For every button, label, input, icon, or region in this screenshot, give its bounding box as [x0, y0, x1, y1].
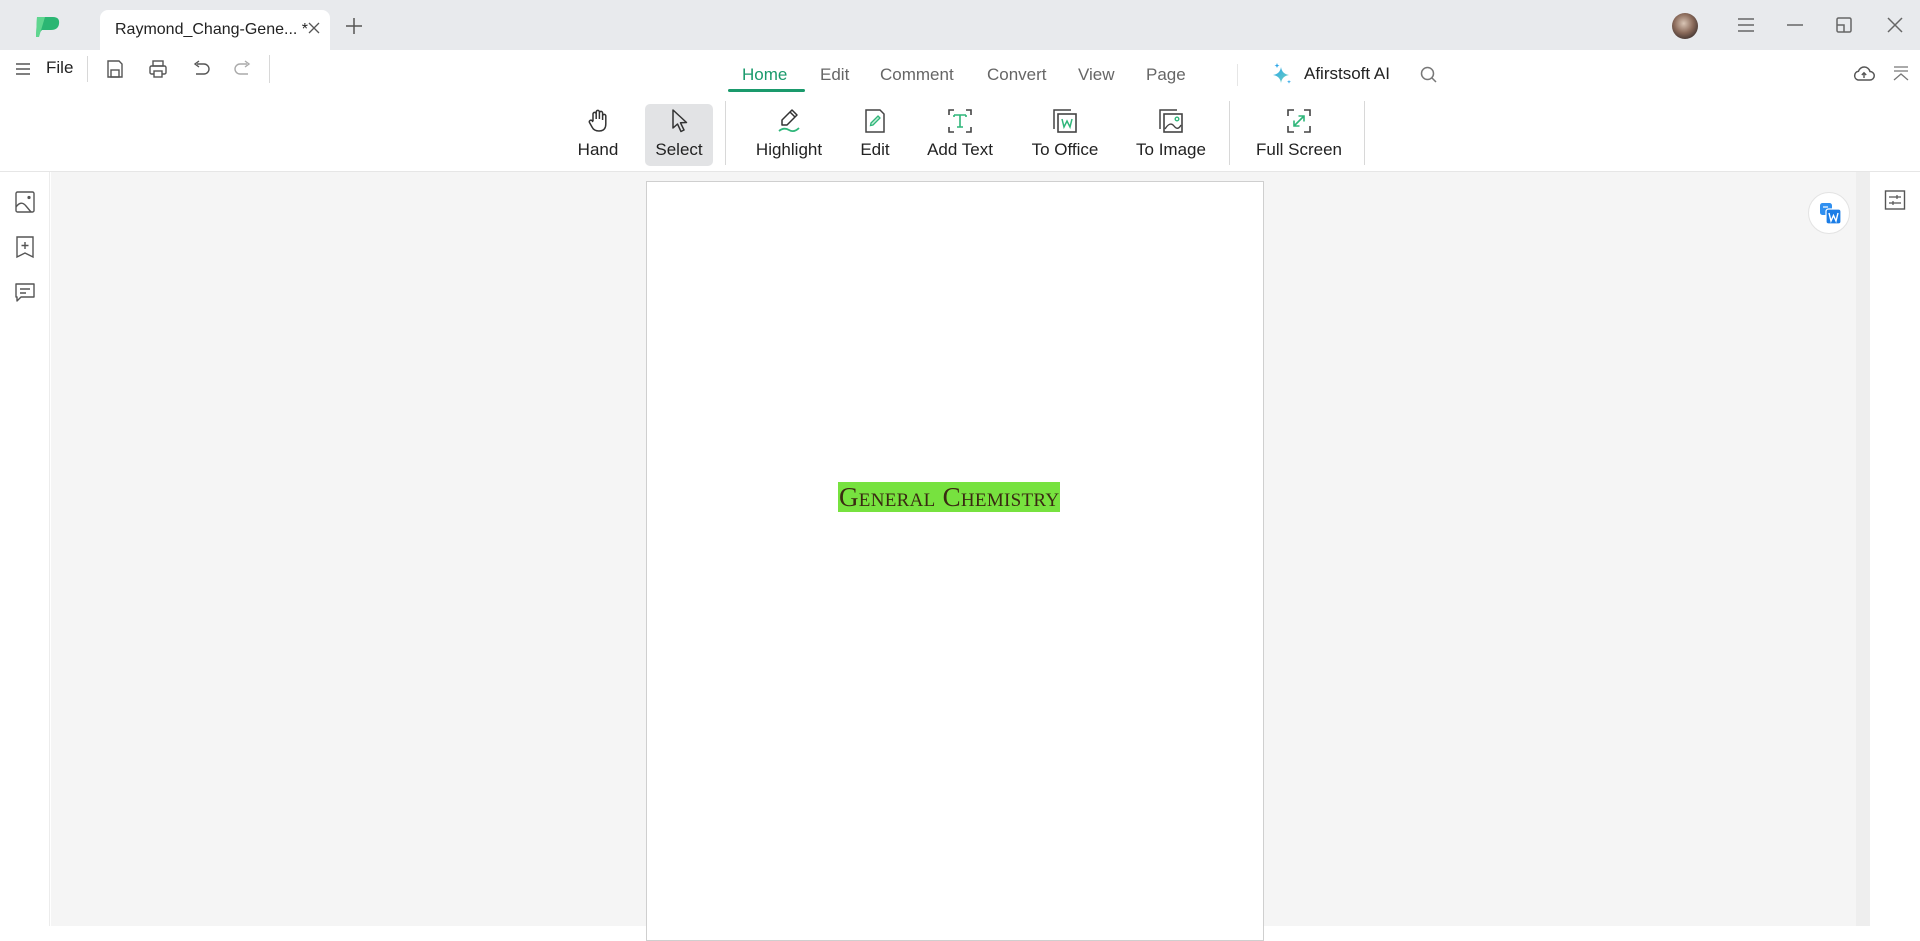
divider [87, 56, 88, 82]
tool-label: Edit [860, 140, 890, 159]
collapse-ribbon-icon[interactable] [1890, 62, 1912, 86]
highlight-tool-button[interactable]: Highlight [748, 104, 830, 166]
tool-label: Full Screen [1256, 140, 1342, 159]
tab-page[interactable]: Page [1146, 65, 1186, 85]
divider [1237, 64, 1238, 86]
tool-label: Add Text [927, 140, 993, 159]
tab-home[interactable]: Home [742, 65, 787, 85]
right-sidebar [1870, 172, 1920, 926]
undo-icon[interactable] [190, 58, 212, 80]
to-office-tool-button[interactable]: To Office [1027, 104, 1103, 166]
file-menu[interactable]: File [46, 58, 73, 78]
translate-button[interactable] [1808, 192, 1850, 234]
full-screen-icon [1287, 109, 1311, 133]
sparkle-icon [1273, 63, 1291, 84]
cursor-icon [672, 109, 688, 133]
divider [1229, 101, 1230, 165]
tab-convert[interactable]: Convert [987, 65, 1047, 85]
properties-panel-icon[interactable] [1883, 188, 1907, 212]
tool-label: To Office [1031, 140, 1099, 159]
close-icon[interactable] [1883, 13, 1907, 37]
title-bar: Raymond_Chang-Gene... * [0, 0, 1920, 50]
hand-icon [588, 109, 607, 132]
edit-document-icon [865, 109, 885, 133]
add-text-icon [948, 109, 972, 133]
divider [269, 55, 270, 83]
tool-label: Highlight [755, 140, 823, 159]
redo-icon[interactable] [232, 58, 254, 80]
tab-comment[interactable]: Comment [880, 65, 954, 85]
vertical-scrollbar[interactable] [1856, 172, 1870, 926]
tab-view[interactable]: View [1078, 65, 1115, 85]
tab-title: Raymond_Chang-Gene... * [115, 21, 308, 38]
edit-tool-button[interactable]: Edit [854, 104, 896, 166]
cloud-upload-icon[interactable] [1852, 62, 1876, 86]
hamburger-icon[interactable] [1734, 13, 1758, 37]
bookmark-add-icon[interactable] [13, 235, 37, 259]
highlight-pen-icon [778, 109, 800, 133]
user-avatar[interactable] [1672, 13, 1698, 39]
divider [1364, 101, 1365, 165]
document-tab[interactable]: Raymond_Chang-Gene... * [100, 10, 330, 50]
full-screen-tool-button[interactable]: Full Screen [1256, 104, 1342, 166]
select-tool-button[interactable]: Select [645, 104, 713, 166]
close-tab-icon[interactable] [306, 20, 322, 36]
highlighted-title-text[interactable]: General Chemistry [838, 482, 1061, 512]
save-icon[interactable] [104, 58, 126, 80]
thumbnail-icon[interactable] [13, 190, 37, 214]
ai-assistant-button[interactable]: Afirstsoft AI [1270, 62, 1390, 86]
to-image-icon [1159, 109, 1183, 133]
pdf-page[interactable] [646, 181, 1264, 941]
hamburger-icon[interactable] [14, 60, 32, 78]
tab-edit[interactable]: Edit [820, 65, 849, 85]
comment-list-icon[interactable] [13, 280, 37, 304]
tool-label: Hand [577, 140, 619, 159]
add-text-tool-button[interactable]: Add Text [922, 104, 998, 166]
search-icon[interactable] [1419, 65, 1439, 85]
ai-label: Afirstsoft AI [1304, 64, 1390, 83]
plus-icon[interactable] [344, 16, 364, 36]
divider [725, 101, 726, 165]
to-image-tool-button[interactable]: To Image [1132, 104, 1210, 166]
left-sidebar [0, 172, 50, 926]
app-logo-icon [36, 17, 60, 37]
restore-icon[interactable] [1832, 13, 1856, 37]
print-icon[interactable] [147, 58, 169, 80]
active-tab-indicator [728, 89, 805, 92]
translate-icon [1820, 203, 1842, 225]
hand-tool-button[interactable]: Hand [568, 104, 628, 166]
to-office-icon [1053, 109, 1077, 133]
tool-label: Select [655, 140, 703, 159]
minimize-icon[interactable] [1783, 13, 1807, 37]
tool-label: To Image [1136, 140, 1206, 159]
